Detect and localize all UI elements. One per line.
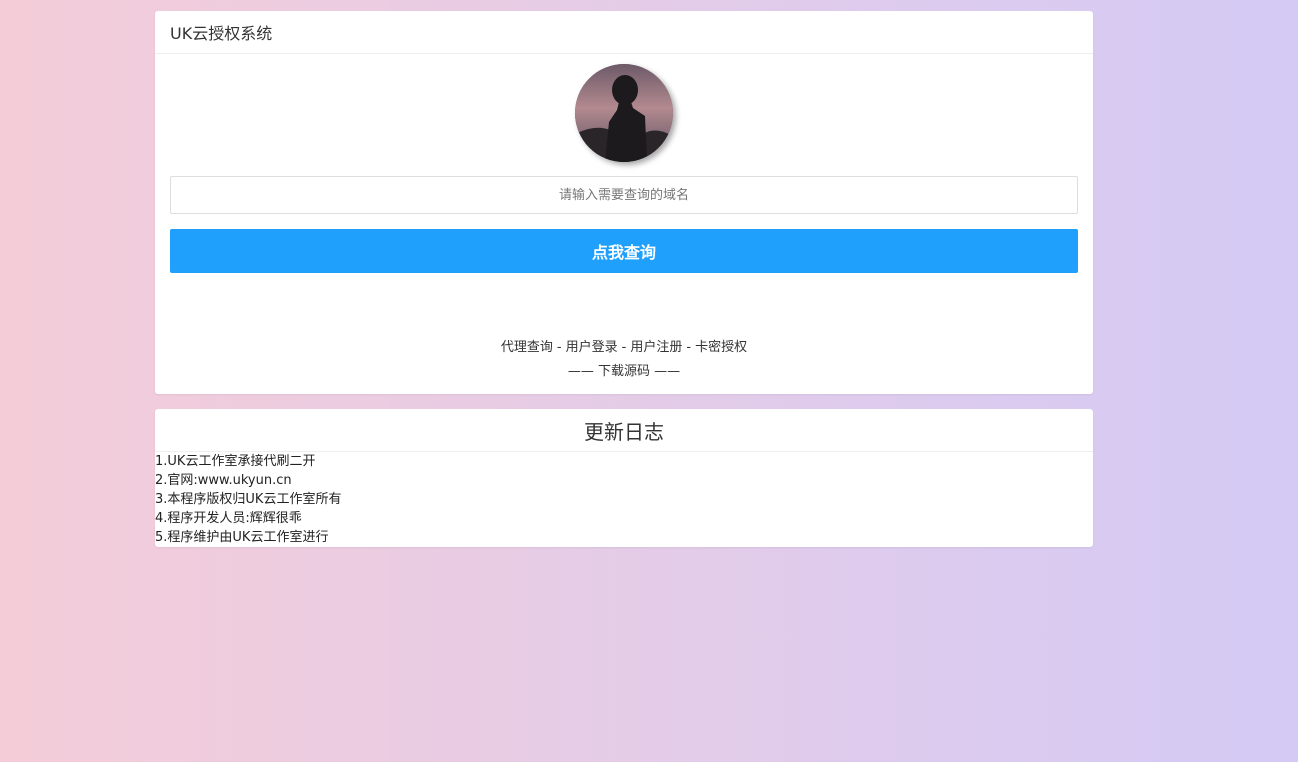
link-separator: - bbox=[621, 340, 627, 355]
download-row: —— 下载源码 —— bbox=[155, 363, 1093, 381]
download-suffix-dash: —— bbox=[654, 364, 681, 379]
changelog-panel: 更新日志 1.UK云工作室承接代刷二开 2.官网:www.ukyun.cn 3.… bbox=[155, 409, 1093, 547]
download-source-link[interactable]: 下载源码 bbox=[598, 364, 650, 379]
nav-links: 代理查询 - 用户登录 - 用户注册 - 卡密授权 bbox=[155, 339, 1093, 357]
user-login-link[interactable]: 用户登录 bbox=[566, 340, 618, 355]
auth-panel: UK云授权系统 点我查询 代理查询-用户登录-用户注册-卡密授权 —— 下载源码 bbox=[155, 11, 1093, 394]
agent-query-link[interactable]: 代理查询 bbox=[501, 340, 553, 355]
download-prefix-dash: —— bbox=[567, 364, 594, 379]
domain-search-input[interactable] bbox=[170, 176, 1078, 214]
query-button[interactable]: 点我查询 bbox=[170, 229, 1078, 273]
changelog-title: 更新日志 bbox=[155, 409, 1093, 452]
list-item: 3.本程序版权归UK云工作室所有 bbox=[155, 492, 342, 507]
changelog-list: 1.UK云工作室承接代刷二开 2.官网:www.ukyun.cn 3.本程序版权… bbox=[155, 452, 1093, 547]
list-item: 4.程序开发人员:辉辉很乖 bbox=[155, 511, 302, 526]
card-auth-link[interactable]: 卡密授权 bbox=[695, 340, 747, 355]
link-separator: - bbox=[686, 340, 692, 355]
user-register-link[interactable]: 用户注册 bbox=[630, 340, 682, 355]
list-item: 1.UK云工作室承接代刷二开 bbox=[155, 454, 316, 469]
list-item: 5.程序维护由UK云工作室进行 bbox=[155, 530, 329, 545]
avatar-silhouette-icon bbox=[575, 64, 673, 162]
link-separator: - bbox=[556, 340, 562, 355]
list-item: 2.官网:www.ukyun.cn bbox=[155, 473, 292, 488]
avatar bbox=[575, 64, 673, 162]
panel-title: UK云授权系统 bbox=[155, 11, 1093, 54]
